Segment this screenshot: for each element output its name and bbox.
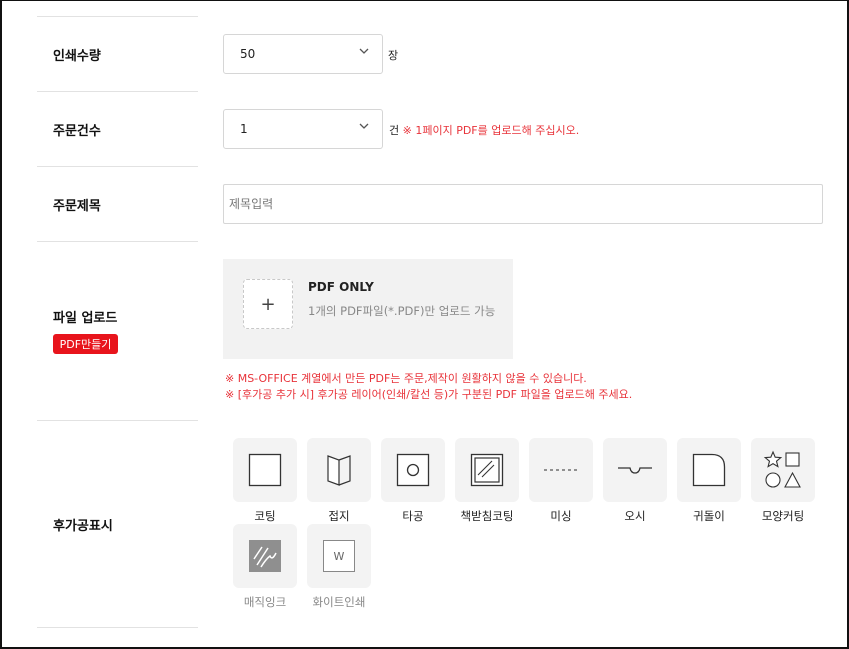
punch-hole-icon — [396, 453, 430, 487]
option-label: 책받침코팅 — [460, 509, 514, 523]
order-count-select[interactable]: 1 — [223, 109, 383, 149]
row-divider — [37, 91, 198, 92]
option-label: 모양커팅 — [761, 509, 805, 523]
laminate-icon — [470, 453, 504, 487]
option-perforation[interactable] — [529, 438, 593, 502]
print-qty-unit: 장 — [388, 49, 399, 62]
magic-ink-icon — [249, 540, 281, 572]
option-crease[interactable] — [603, 438, 667, 502]
rounded-corner-icon — [692, 453, 726, 487]
option-punching[interactable] — [381, 438, 445, 502]
upload-warning: ※ MS-OFFICE 계열에서 만든 PDF는 주문,제작이 원활하지 않을 … — [225, 372, 587, 385]
file-upload-label: 파일 업로드 — [53, 311, 118, 326]
option-white-print[interactable]: W — [307, 524, 371, 588]
order-count-label: 주문건수 — [53, 124, 101, 139]
white-print-icon: W — [323, 540, 355, 572]
order-count-unit: 건 — [389, 124, 400, 137]
upload-warning: ※ [후가공 추가 시] 후가공 레이어(인쇄/칼선 등)가 구분된 PDF 파… — [225, 388, 633, 401]
white-print-glyph: W — [333, 549, 345, 563]
order-count-value: 1 — [240, 122, 248, 136]
row-divider — [37, 166, 198, 167]
option-round-corner[interactable] — [677, 438, 741, 502]
plus-icon: + — [260, 293, 276, 315]
crease-icon — [618, 467, 652, 474]
chevron-down-icon — [359, 123, 369, 129]
shape-cut-icon — [763, 450, 801, 488]
option-label: 타공 — [402, 509, 424, 523]
print-qty-value: 50 — [240, 47, 256, 61]
option-shape-cut[interactable] — [751, 438, 815, 502]
upload-desc: 1개의 PDF파일(*.PDF)만 업로드 가능 — [308, 304, 496, 318]
row-divider — [37, 16, 198, 17]
fold-icon — [327, 455, 351, 486]
upload-dropzone[interactable]: + PDF ONLY 1개의 PDF파일(*.PDF)만 업로드 가능 — [223, 259, 513, 359]
option-folding[interactable] — [307, 438, 371, 502]
print-qty-select[interactable]: 50 — [223, 34, 383, 74]
pdf-maker-button[interactable]: PDF만들기 — [53, 334, 118, 354]
option-laminate[interactable] — [455, 438, 519, 502]
chevron-down-icon — [359, 48, 369, 54]
row-divider — [37, 627, 198, 628]
option-label: 화이트인쇄 — [312, 595, 366, 609]
option-label: 오시 — [624, 509, 646, 523]
option-label: 귀돌이 — [693, 509, 725, 523]
option-label: 접지 — [328, 509, 350, 523]
order-count-unit-line: 건 ※ 1페이지 PDF를 업로드해 주십시오. — [389, 122, 579, 138]
upload-title: PDF ONLY — [308, 280, 374, 294]
square-icon — [248, 453, 282, 487]
order-title-input[interactable] — [223, 184, 823, 224]
option-coating[interactable] — [233, 438, 297, 502]
print-qty-label: 인쇄수량 — [53, 49, 101, 64]
row-divider — [37, 420, 198, 421]
order-title-label: 주문제목 — [53, 199, 101, 214]
perforation-icon — [544, 469, 578, 471]
option-label: 코팅 — [254, 509, 276, 523]
order-count-note: ※ 1페이지 PDF를 업로드해 주십시오. — [402, 124, 580, 137]
add-file-button[interactable]: + — [243, 279, 293, 329]
post-process-label: 후가공표시 — [53, 519, 113, 534]
row-divider — [37, 241, 198, 242]
option-label: 미싱 — [550, 509, 572, 523]
option-magic-ink[interactable] — [233, 524, 297, 588]
option-label: 매직잉크 — [243, 595, 287, 609]
